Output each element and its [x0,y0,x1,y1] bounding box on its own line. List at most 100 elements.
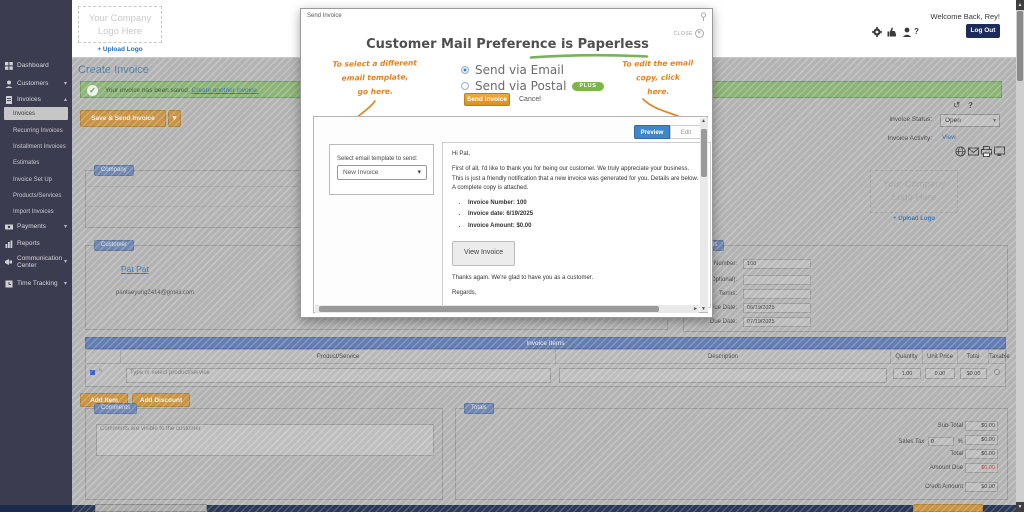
logout-button[interactable]: Log Out [966,24,1000,38]
sidebar-subitem-estimates[interactable]: Estimates [4,156,68,169]
preview-horizontal-scrollbar[interactable]: ► [315,305,699,313]
send-via-postal-option[interactable]: Send via Postal PLUS [461,79,604,93]
chevron-down-icon: ▾ [993,115,996,127]
plus-badge: PLUS [572,82,603,91]
invoice-items-table: Product/Service Description Quantity Uni… [85,349,1006,387]
sidebar-subitem-recurring-invoices[interactable]: Recurring Invoices [4,124,68,137]
create-another-invoice-link[interactable]: Create another invoice. [192,87,259,94]
thumbs-up-icon[interactable] [887,27,897,37]
cancel-link[interactable]: Cancel [519,96,541,103]
chevron-down-icon: ▾ [64,280,67,287]
globe-icon[interactable] [955,146,966,157]
scrollbar-thumb[interactable] [1017,11,1023,81]
taxable-checkbox[interactable] [994,369,1000,375]
quantity-input[interactable] [893,368,921,379]
email-template-select[interactable]: New Invoice ▾ [337,165,427,180]
line-total-input[interactable] [960,368,987,379]
preview-vertical-scrollbar[interactable]: ▲ ▼ [700,118,708,312]
company-tab[interactable]: Company [94,165,134,176]
email-icon[interactable] [968,146,979,157]
sidebar-item-payments[interactable]: Payments ▾ [0,219,72,234]
upload-logo-link[interactable]: + Upload Logo [78,46,162,53]
footer-gray-button[interactable] [95,504,207,512]
subitem-label: Recurring Invoices [13,128,63,134]
sidebar-item-communication-center[interactable]: Communication Center ▾ [0,252,72,272]
scrollbar-thumb[interactable] [319,306,659,312]
invoice-number-input[interactable] [743,259,811,269]
megaphone-icon [5,258,14,266]
monitor-icon[interactable] [994,146,1005,157]
terms-input[interactable] [743,289,811,299]
sidebar: Dashboard Customers ▾ Invoices ▴ Invoice… [0,0,72,512]
sidebar-item-dashboard[interactable]: Dashboard [0,58,72,73]
history-icon[interactable]: ↺ [953,100,961,111]
sidebar-subitem-invoice-set-up[interactable]: Invoice Set Up [4,173,68,186]
check-icon: ✓ [87,85,98,96]
help-icon[interactable]: ? [914,27,924,37]
due-date-input[interactable] [743,317,811,327]
sales-tax-rate-input[interactable] [928,437,954,446]
scrollbar-thumb[interactable] [701,129,707,177]
edit-button[interactable]: Edit [670,125,702,139]
customer-tab[interactable]: Customer [94,240,134,251]
subitem-label: Installment Invoices [13,144,66,150]
sidebar-subitem-invoices[interactable]: Invoices [4,107,68,120]
invoice-activity-view-link[interactable]: View [942,134,956,141]
unit-price-input[interactable] [925,368,955,379]
page-help-icon[interactable]: ? [968,101,973,110]
description-input[interactable] [559,368,887,383]
invoice-status-select[interactable]: Open ▾ [940,114,1000,127]
sidebar-subitem-import-invoices[interactable]: Import Invoices [4,205,68,218]
send-invoice-button[interactable]: Send Invoice [464,93,510,106]
remove-row-icon[interactable]: ✕ [98,368,103,374]
pin-icon[interactable] [700,12,707,21]
invoice-logo-placeholder[interactable]: Your Company Logo Here [870,170,958,213]
po-number-input[interactable] [743,275,811,285]
totals-tab[interactable]: Totals [464,403,494,414]
upload-logo-link[interactable]: + Upload Logo [870,216,958,222]
gear-icon[interactable] [872,27,882,37]
view-invoice-button[interactable]: View Invoice [452,241,515,266]
comments-tab[interactable]: Comments [94,403,137,414]
email-regards: Regards, [452,289,701,298]
scroll-up-arrow[interactable]: ▲ [701,118,706,124]
sidebar-subitem-products-services[interactable]: Products/Services [4,189,68,202]
sidebar-item-reports[interactable]: Reports [0,236,72,251]
preview-button[interactable]: Preview [634,125,670,139]
product-service-input[interactable] [126,368,551,383]
customer-name-link[interactable]: Pat Pat [121,264,149,274]
add-discount-button[interactable]: Add Discount [132,393,190,407]
invoice-date-input[interactable] [743,303,811,313]
send-via-email-option[interactable]: Send via Email [461,63,564,77]
scroll-down-arrow[interactable]: ▼ [1016,502,1024,512]
scroll-down-arrow[interactable]: ▼ [701,306,706,312]
printer-icon[interactable] [981,146,992,157]
sidebar-item-invoices[interactable]: Invoices ▴ [0,92,72,107]
invoice-status-label: Invoice Status: [832,116,932,123]
row-drag-handle[interactable] [90,370,95,375]
annotation-right: To edit the email copy, click here. [613,56,704,100]
radio-selected-icon [461,66,469,74]
user-icon[interactable] [902,27,912,37]
details-section: Details Invoice Number: P.O. Number (Opt… [683,245,1008,332]
sidebar-item-label: Communication Center [17,255,61,270]
sidebar-item-customers[interactable]: Customers ▾ [0,76,72,91]
company-logo-placeholder[interactable]: Your Company Logo Here [78,6,162,43]
column-header-description: Description [556,350,891,364]
chevron-up-icon: ▴ [64,96,67,103]
total-label: Total [606,451,963,457]
sidebar-subitem-installment-invoices[interactable]: Installment Invoices [4,140,68,153]
sidebar-item-time-tracking[interactable]: Time Tracking ▾ [0,276,72,291]
scroll-right-arrow[interactable]: ► [693,306,698,312]
save-send-dropdown-caret[interactable]: ▾ [168,110,181,127]
email-closing: Thanks again. We're glad to have you as … [452,274,701,283]
save-send-invoice-button[interactable]: Save & Send Invoice [80,110,166,127]
radio-unselected-icon [461,82,469,90]
credit-amount-label: Credit Amount [606,484,963,490]
comments-input[interactable] [96,424,434,456]
annotation-left: To select a different email template, go… [319,56,432,100]
scroll-up-arrow[interactable]: ▲ [1016,0,1024,10]
footer-save-send-button[interactable] [913,504,983,512]
page-scrollbar[interactable]: ▲ ▼ [1016,0,1024,512]
annotation-line: go here. [319,84,431,100]
